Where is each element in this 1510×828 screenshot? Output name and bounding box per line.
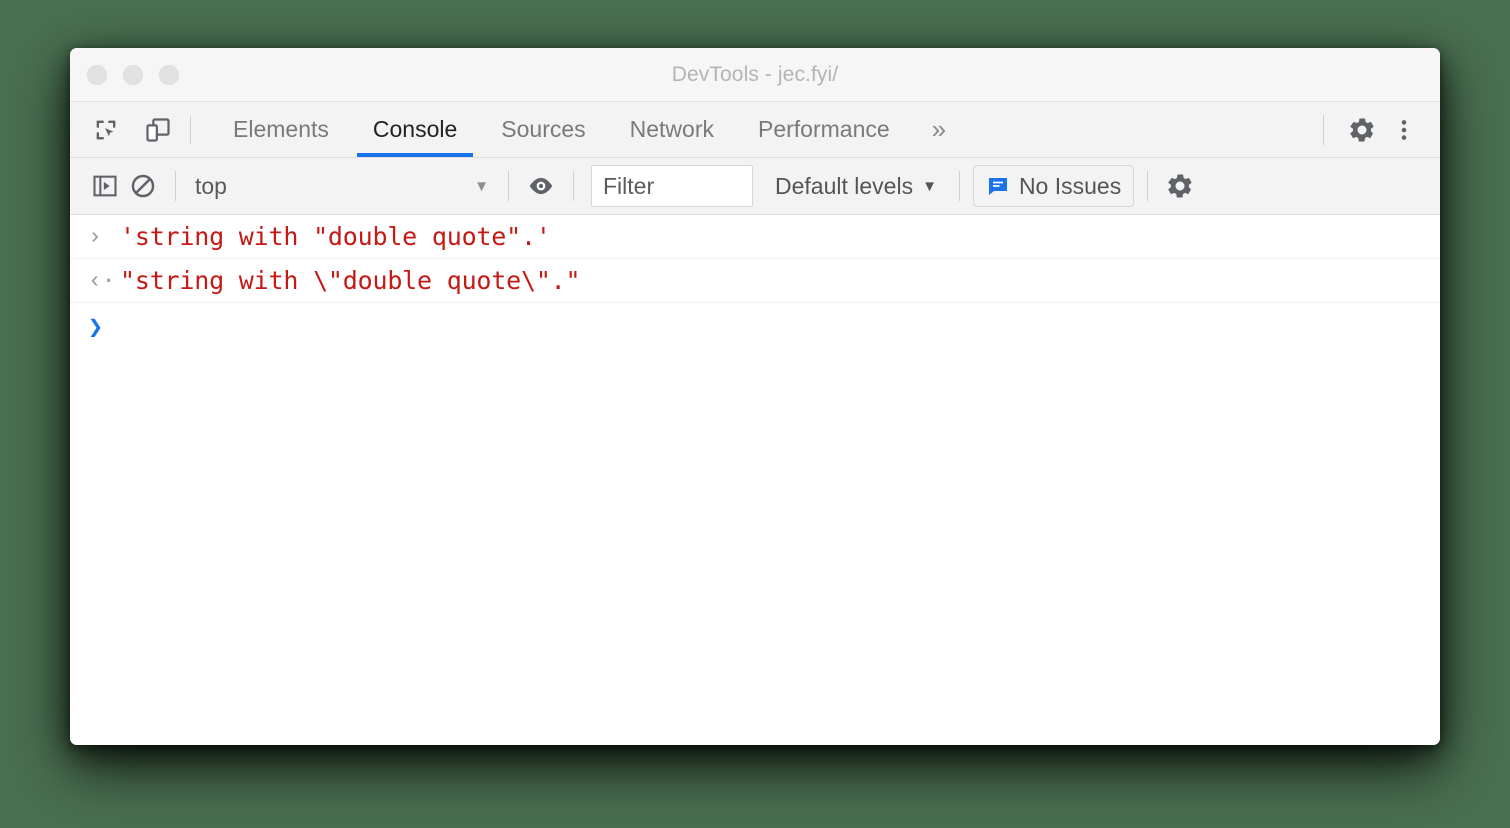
- panel-tabs: Elements Console Sources Network Perform…: [211, 102, 966, 157]
- tabbar-right-icons: [1309, 102, 1440, 157]
- chevron-down-icon: ▼: [922, 177, 937, 195]
- tabbar-left-icons: [70, 102, 176, 157]
- tab-console[interactable]: Console: [351, 102, 479, 157]
- execution-context-selector[interactable]: top ▼: [189, 167, 495, 205]
- console-output-row[interactable]: ‹· "string with \"double quote\".": [70, 259, 1440, 303]
- tab-performance[interactable]: Performance: [736, 102, 912, 157]
- clear-console-icon[interactable]: [124, 167, 162, 205]
- tab-sources-label: Sources: [501, 116, 586, 142]
- console-toolbar-divider-4: [958, 171, 960, 201]
- tabbar-divider: [190, 115, 191, 144]
- console-input-row[interactable]: › 'string with "double quote".': [70, 215, 1440, 259]
- inspect-element-icon[interactable]: [88, 112, 124, 148]
- tab-performance-label: Performance: [758, 116, 890, 142]
- chevron-double-right-icon: »: [931, 114, 947, 144]
- gear-icon[interactable]: [1344, 112, 1380, 148]
- devtools-tabbar: Elements Console Sources Network Perform…: [70, 102, 1440, 158]
- console-output-text: "string with \"double quote\".": [120, 266, 581, 295]
- tab-elements-label: Elements: [233, 116, 329, 142]
- issues-label: No Issues: [1018, 172, 1122, 199]
- log-levels-selector[interactable]: Default levels ▼: [775, 173, 937, 200]
- log-levels-label: Default levels: [775, 172, 914, 199]
- console-toolbar-divider-1: [175, 171, 176, 201]
- issues-bubble-icon: [986, 174, 1010, 198]
- tab-network-label: Network: [629, 116, 714, 142]
- console-message-list: › 'string with "double quote".' ‹· "stri…: [70, 215, 1440, 745]
- console-toolbar: top ▼ Default levels ▼: [70, 158, 1440, 215]
- console-output-marker: ‹·: [88, 267, 116, 294]
- tab-elements[interactable]: Elements: [211, 102, 351, 157]
- window-title: DevTools - jec.fyi/: [671, 62, 839, 86]
- issues-button[interactable]: No Issues: [972, 165, 1135, 207]
- console-input-text: 'string with "double quote".': [120, 222, 551, 251]
- console-toolbar-divider-5: [1147, 171, 1149, 201]
- kebab-menu-icon[interactable]: [1386, 112, 1422, 148]
- filter-input[interactable]: [591, 165, 753, 207]
- more-tabs-button[interactable]: »: [912, 102, 966, 157]
- tabbar-right-divider: [1323, 114, 1324, 145]
- chevron-down-icon: ▼: [474, 177, 489, 195]
- console-input-marker: ›: [88, 223, 102, 250]
- console-sidebar-icon[interactable]: [86, 167, 124, 205]
- console-empty-area: [70, 349, 1440, 745]
- console-toolbar-divider-2: [508, 171, 509, 201]
- console-settings-gear-icon[interactable]: [1161, 167, 1199, 205]
- device-toolbar-icon[interactable]: [140, 112, 176, 148]
- console-prompt-row[interactable]: ❯: [70, 303, 1440, 349]
- tab-sources[interactable]: Sources: [479, 102, 607, 157]
- console-toolbar-divider-3: [573, 171, 574, 201]
- eye-icon[interactable]: [522, 167, 560, 205]
- tab-network[interactable]: Network: [608, 102, 736, 157]
- window-titlebar: DevTools - jec.fyi/: [70, 48, 1440, 102]
- execution-context-label: top: [195, 172, 227, 199]
- console-prompt-caret-icon: ❯: [88, 311, 104, 341]
- tab-console-label: Console: [372, 116, 458, 142]
- devtools-window: DevTools - jec.fyi/ Elements Console Sou…: [70, 48, 1440, 745]
